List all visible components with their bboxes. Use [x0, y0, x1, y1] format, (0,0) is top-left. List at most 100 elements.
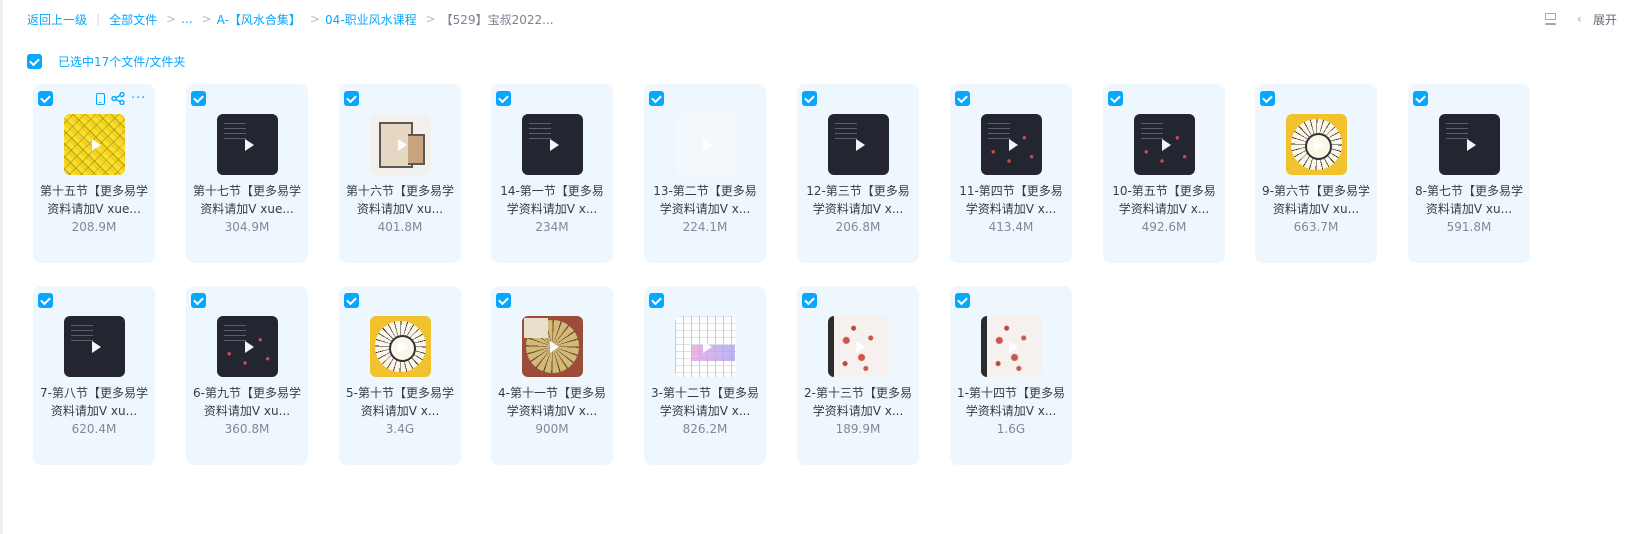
file-checkbox[interactable]	[1108, 91, 1123, 106]
file-checkbox[interactable]	[38, 91, 53, 106]
file-size: 591.8M	[1446, 220, 1492, 234]
breadcrumb-separator: |	[96, 12, 101, 26]
file-size: 189.9M	[835, 422, 881, 436]
video-thumbnail	[1286, 114, 1347, 175]
file-size: 224.1M	[682, 220, 728, 234]
file-checkbox[interactable]	[344, 91, 359, 106]
breadcrumb-arrow: >	[166, 12, 177, 26]
file-checkbox[interactable]	[802, 293, 817, 308]
file-size: 3.4G	[385, 422, 415, 436]
left-edge-divider	[0, 0, 3, 534]
file-card[interactable]: 第十七节【更多易学资料请加V xue... 304.9M	[186, 84, 308, 263]
file-name: 2-第十三节【更多易学资料请加V x...	[804, 386, 912, 418]
video-thumbnail	[217, 114, 278, 175]
video-thumbnail	[522, 316, 583, 377]
file-name: 9-第六节【更多易学资料请加V xu...	[1262, 184, 1370, 216]
file-name: 10-第五节【更多易学资料请加V x...	[1112, 184, 1216, 216]
file-card[interactable]: 1-第十四节【更多易学资料请加V x... 1.6G	[950, 286, 1072, 465]
file-card[interactable]: 11-第四节【更多易学资料请加V x... 413.4M	[950, 84, 1072, 263]
video-thumbnail	[217, 316, 278, 377]
file-checkbox[interactable]	[496, 91, 511, 106]
file-size: 360.8M	[224, 422, 270, 436]
breadcrumb-item-fengshui-collection[interactable]: A-【风水合集】	[217, 11, 301, 28]
file-card[interactable]: 9-第六节【更多易学资料请加V xu... 663.7M	[1255, 84, 1377, 263]
video-thumbnail	[828, 114, 889, 175]
file-card[interactable]: 8-第七节【更多易学资料请加V xu... 591.8M	[1408, 84, 1530, 263]
file-card[interactable]: 3-第十二节【更多易学资料请加V x... 826.2M	[644, 286, 766, 465]
expand-button[interactable]: 展开	[1593, 11, 1617, 28]
file-size: 206.8M	[835, 220, 881, 234]
share-icon[interactable]	[111, 92, 125, 105]
file-checkbox[interactable]	[955, 293, 970, 308]
video-thumbnail	[675, 114, 736, 175]
file-checkbox[interactable]	[191, 293, 206, 308]
file-size: 234M	[535, 220, 569, 234]
file-checkbox[interactable]	[38, 293, 53, 308]
file-name: 13-第二节【更多易学资料请加V x...	[653, 184, 757, 216]
video-thumbnail	[64, 316, 125, 377]
phone-icon[interactable]	[96, 92, 105, 105]
view-controls: ‹ 展开	[1544, 10, 1617, 28]
list-view-icon[interactable]	[1544, 12, 1558, 26]
file-name: 14-第一节【更多易学资料请加V x...	[500, 184, 604, 216]
file-card[interactable]: 5-第十节【更多易学资料请加V x... 3.4G	[339, 286, 461, 465]
file-name: 7-第八节【更多易学资料请加V xu...	[40, 386, 148, 418]
breadcrumb-all-files[interactable]: 全部文件	[109, 11, 157, 28]
file-checkbox[interactable]	[191, 91, 206, 106]
file-card[interactable]: 13-第二节【更多易学资料请加V x... 224.1M	[644, 84, 766, 263]
video-thumbnail	[828, 316, 889, 377]
file-checkbox[interactable]	[649, 293, 664, 308]
file-name: 1-第十四节【更多易学资料请加V x...	[957, 386, 1065, 418]
file-name: 第十五节【更多易学资料请加V xue...	[39, 184, 148, 216]
video-thumbnail	[370, 316, 431, 377]
file-checkbox[interactable]	[1413, 91, 1428, 106]
breadcrumb-ellipsis[interactable]: ...	[181, 12, 192, 26]
select-all-checkbox[interactable]	[27, 54, 42, 69]
card-actions: ···	[96, 92, 146, 105]
file-size: 208.9M	[71, 220, 117, 234]
breadcrumb-arrow: >	[309, 12, 320, 26]
file-card[interactable]: ··· 第十五节【更多易学资料请加V xue... 208.9M	[33, 84, 155, 263]
file-size: 900M	[535, 422, 569, 436]
file-checkbox[interactable]	[496, 293, 511, 308]
back-link[interactable]: 返回上一级	[27, 11, 87, 28]
more-icon[interactable]: ···	[131, 92, 146, 105]
file-name: 5-第十节【更多易学资料请加V x...	[346, 386, 454, 418]
file-card[interactable]: 4-第十一节【更多易学资料请加V x... 900M	[491, 286, 613, 465]
file-checkbox[interactable]	[1260, 91, 1275, 106]
file-card[interactable]: 第十六节【更多易学资料请加V xu... 401.8M	[339, 84, 461, 263]
video-thumbnail	[675, 316, 736, 377]
chevron-left-icon: ‹	[1576, 12, 1582, 26]
file-name: 3-第十二节【更多易学资料请加V x...	[651, 386, 759, 418]
file-card[interactable]: 2-第十三节【更多易学资料请加V x... 189.9M	[797, 286, 919, 465]
file-size: 413.4M	[988, 220, 1034, 234]
video-thumbnail	[981, 114, 1042, 175]
selection-bar: 已选中17个文件/文件夹	[27, 53, 185, 70]
file-card[interactable]: 12-第三节【更多易学资料请加V x... 206.8M	[797, 84, 919, 263]
video-thumbnail	[1134, 114, 1195, 175]
file-size: 1.6G	[996, 422, 1026, 436]
file-checkbox[interactable]	[802, 91, 817, 106]
file-card[interactable]: 14-第一节【更多易学资料请加V x... 234M	[491, 84, 613, 263]
file-name: 第十七节【更多易学资料请加V xue...	[192, 184, 301, 216]
file-checkbox[interactable]	[344, 293, 359, 308]
breadcrumb: 返回上一级 | 全部文件 > ... > A-【风水合集】 > 04-职业风水课…	[27, 10, 554, 28]
video-thumbnail	[370, 114, 431, 175]
file-card[interactable]: 7-第八节【更多易学资料请加V xu... 620.4M	[33, 286, 155, 465]
file-checkbox[interactable]	[649, 91, 664, 106]
breadcrumb-item-career-course[interactable]: 04-职业风水课程	[325, 11, 417, 28]
video-thumbnail	[64, 114, 125, 175]
file-name: 8-第七节【更多易学资料请加V xu...	[1415, 184, 1523, 216]
file-size: 492.6M	[1141, 220, 1187, 234]
breadcrumb-arrow: >	[201, 12, 212, 26]
file-card[interactable]: 6-第九节【更多易学资料请加V xu... 360.8M	[186, 286, 308, 465]
selection-count-label: 已选中17个文件/文件夹	[58, 55, 186, 69]
file-size: 304.9M	[224, 220, 270, 234]
file-size: 826.2M	[682, 422, 728, 436]
breadcrumb-current: 【529】宝叔2022...	[440, 12, 554, 27]
file-name: 第十六节【更多易学资料请加V xu...	[345, 184, 454, 216]
file-name: 6-第九节【更多易学资料请加V xu...	[193, 386, 301, 418]
file-card[interactable]: 10-第五节【更多易学资料请加V x... 492.6M	[1103, 84, 1225, 263]
file-size: 401.8M	[377, 220, 423, 234]
file-checkbox[interactable]	[955, 91, 970, 106]
